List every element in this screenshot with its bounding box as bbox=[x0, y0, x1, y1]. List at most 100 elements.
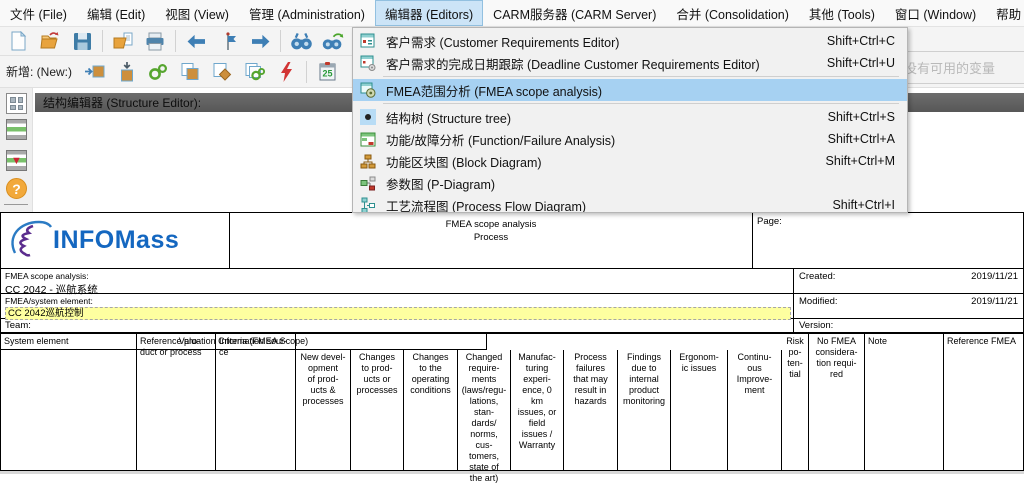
page-cell: Page: bbox=[753, 213, 1023, 269]
function-failure-icon bbox=[359, 131, 377, 148]
col-changes-products: Changes to prod- ucts or processes bbox=[351, 350, 404, 470]
menu-item-shortcut: Shift+Ctrl+M bbox=[826, 154, 903, 168]
menu-item-shortcut: Shift+Ctrl+I bbox=[832, 198, 903, 212]
toolbar-separator bbox=[175, 30, 176, 52]
menu-window[interactable]: 窗口 (Window) bbox=[885, 0, 986, 26]
col-findings-monitoring: Findings due to internal product monitor… bbox=[618, 350, 671, 470]
save-icon[interactable] bbox=[68, 28, 96, 54]
new-function-icon[interactable] bbox=[144, 59, 172, 85]
insert-sub-element-icon[interactable] bbox=[112, 59, 140, 85]
menu-item-function-failure-analysis[interactable]: 功能/故障分析 (Function/Failure Analysis) Shif… bbox=[353, 128, 907, 150]
menu-item-structure-tree[interactable]: 结构树 (Structure tree) Shift+Ctrl+S bbox=[353, 106, 907, 128]
menu-edit[interactable]: 编辑 (Edit) bbox=[77, 0, 155, 26]
editors-dropdown-menu: 客户需求 (Customer Requirements Editor) Shif… bbox=[352, 27, 908, 213]
menu-item-shortcut: Shift+Ctrl+S bbox=[828, 110, 903, 124]
version-label: Version: bbox=[799, 320, 833, 331]
page-label: Page: bbox=[757, 216, 782, 227]
toolbar-separator bbox=[280, 30, 281, 52]
back-arrow-icon[interactable] bbox=[182, 28, 210, 54]
menu-item-label: 结构树 (Structure tree) bbox=[386, 108, 828, 127]
system-element-cell: FMEA/system element: CC 2042巡航控制 bbox=[1, 294, 794, 319]
modified-value: 2019/11/21 bbox=[971, 296, 1018, 316]
menu-item-label: FMEA范围分析 (FMEA scope analysis) bbox=[386, 81, 895, 100]
col-changes-operating: Changes to the operating conditions bbox=[404, 350, 458, 470]
toolbar-separator bbox=[306, 61, 307, 83]
new-failure-icon[interactable] bbox=[272, 59, 300, 85]
forward-arrow-icon[interactable] bbox=[246, 28, 274, 54]
menu-item-label: 工艺流程图 (Process Flow Diagram) bbox=[386, 196, 832, 214]
open-file-icon[interactable] bbox=[109, 28, 137, 54]
menu-item-shortcut: Shift+Ctrl+C bbox=[827, 34, 903, 48]
modified-label: Modified: bbox=[799, 296, 838, 316]
red-down-arrow-icon: ▼ bbox=[7, 151, 26, 170]
fmea-scope-icon bbox=[359, 82, 377, 99]
customer-requirements-icon bbox=[359, 33, 377, 50]
menu-item-block-diagram[interactable]: 功能区块图 (Block Diagram) Shift+Ctrl+M bbox=[353, 150, 907, 172]
copy-structure-icon[interactable] bbox=[176, 59, 204, 85]
insert-element-icon[interactable] bbox=[80, 59, 108, 85]
help-icon[interactable]: ? bbox=[6, 178, 27, 199]
menu-item-label: 参数图 (P-Diagram) bbox=[386, 174, 895, 193]
p-diagram-icon bbox=[359, 175, 377, 192]
structure-tree-bullet-icon bbox=[359, 109, 377, 126]
modified-cell: Modified: 2019/11/21 bbox=[794, 294, 1023, 319]
version-cell: Version: bbox=[794, 319, 1023, 333]
print-icon[interactable] bbox=[141, 28, 169, 54]
deadline-calendar-icon[interactable]: 25 bbox=[313, 59, 341, 85]
new-document-icon[interactable] bbox=[4, 28, 32, 54]
col-risk-potential: Risk po- ten- tial bbox=[782, 334, 809, 470]
col-manufacturing-experience: Manufac- turing experi- ence, 0 km issue… bbox=[511, 350, 564, 470]
menu-separator bbox=[383, 103, 899, 104]
search-next-icon[interactable] bbox=[319, 28, 347, 54]
copy-functions-icon[interactable] bbox=[240, 59, 268, 85]
col-process-failures: Process failures that may result in haza… bbox=[564, 350, 618, 470]
scope-table-header: System element Reference pro- duct or pr… bbox=[1, 333, 1023, 470]
menu-item-customer-requirements[interactable]: 客户需求 (Customer Requirements Editor) Shif… bbox=[353, 30, 907, 52]
brand-text: INFOMass bbox=[53, 226, 179, 255]
no-variables-text: 没有可用的变量 bbox=[908, 58, 995, 77]
col-ergonomic-issues: Ergonom- ic issues bbox=[671, 350, 728, 470]
team-label: Team: bbox=[5, 320, 31, 331]
menu-view[interactable]: 视图 (View) bbox=[155, 0, 239, 26]
col-note: Note bbox=[865, 334, 944, 470]
menu-file[interactable]: 文件 (File) bbox=[0, 0, 77, 26]
paste-special-icon[interactable] bbox=[208, 59, 236, 85]
col-system-element: System element bbox=[1, 334, 137, 470]
list-view-icon[interactable] bbox=[6, 119, 27, 140]
menu-item-label: 功能区块图 (Block Diagram) bbox=[386, 152, 826, 171]
menu-item-label: 功能/故障分析 (Function/Failure Analysis) bbox=[386, 130, 828, 149]
menu-editors[interactable]: 编辑器 (Editors) bbox=[375, 0, 483, 26]
menu-tools[interactable]: 其他 (Tools) bbox=[799, 0, 885, 26]
menu-item-p-diagram[interactable]: 参数图 (P-Diagram) bbox=[353, 172, 907, 194]
grid-view-icon[interactable] bbox=[6, 93, 27, 114]
col-reference-fmea: Reference FMEA bbox=[944, 334, 1023, 470]
svg-text:25: 25 bbox=[322, 69, 332, 79]
col-continuous-improvement: Continu- ous Improve- ment bbox=[728, 350, 782, 470]
import-list-icon[interactable]: ▼ bbox=[6, 150, 27, 171]
menu-consolidation[interactable]: 合并 (Consolidation) bbox=[666, 0, 799, 26]
menu-carm-server[interactable]: CARM服务器 (CARM Server) bbox=[483, 0, 666, 26]
process-flow-icon bbox=[359, 197, 377, 214]
col-information-source: Information sour- ce bbox=[216, 334, 296, 470]
block-diagram-icon bbox=[359, 153, 377, 170]
menu-item-process-flow-diagram[interactable]: 工艺流程图 (Process Flow Diagram) Shift+Ctrl+… bbox=[353, 194, 907, 213]
menu-item-deadline-customer-requirements[interactable]: 客户需求的完成日期跟踪 (Deadline Customer Requireme… bbox=[353, 52, 907, 74]
scope-analysis-label: FMEA scope analysis: bbox=[5, 271, 789, 281]
menu-administration[interactable]: 管理 (Administration) bbox=[239, 0, 375, 26]
menu-item-fmea-scope-analysis[interactable]: FMEA范围分析 (FMEA scope analysis) bbox=[353, 79, 907, 101]
scope-analysis-cell: FMEA scope analysis: CC 2042 - 巡航系统 bbox=[1, 269, 794, 294]
menu-item-shortcut: Shift+Ctrl+A bbox=[828, 132, 903, 146]
new-label: 新增: (New:) bbox=[6, 63, 72, 80]
sidebar-divider bbox=[4, 204, 28, 205]
form-title: FMEA scope analysis bbox=[230, 218, 752, 231]
variables-panel: 没有可用的变量 bbox=[908, 51, 1024, 84]
menu-item-shortcut: Shift+Ctrl+U bbox=[827, 56, 903, 70]
search-icon[interactable] bbox=[287, 28, 315, 54]
form-title-cell: FMEA scope analysis Process bbox=[230, 213, 753, 269]
menu-item-label: 客户需求 (Customer Requirements Editor) bbox=[386, 32, 827, 51]
bookmark-flag-icon[interactable] bbox=[214, 28, 242, 54]
infomass-logo-mark bbox=[5, 217, 53, 265]
created-label: Created: bbox=[799, 271, 835, 291]
open-icon[interactable] bbox=[36, 28, 64, 54]
menu-help[interactable]: 帮助 (Help) bbox=[986, 0, 1024, 26]
